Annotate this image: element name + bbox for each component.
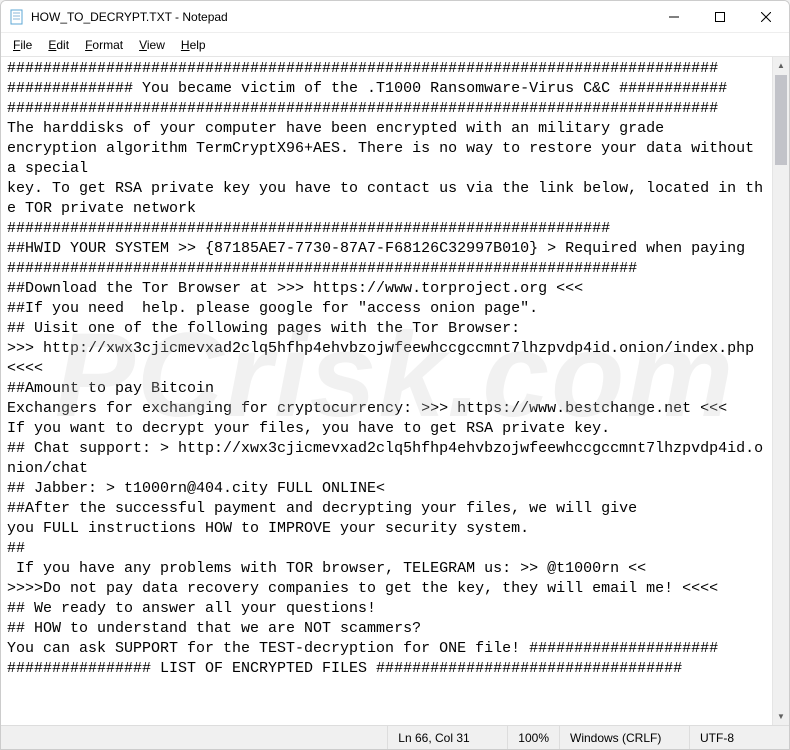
menu-view[interactable]: View <box>131 36 173 54</box>
notepad-icon <box>9 9 25 25</box>
scroll-up-arrow-icon[interactable]: ▲ <box>773 57 789 74</box>
notepad-window: HOW_TO_DECRYPT.TXT - Notepad File Edit F… <box>0 0 790 750</box>
window-title: HOW_TO_DECRYPT.TXT - Notepad <box>31 10 228 24</box>
status-cursor: Ln 66, Col 31 <box>387 726 507 749</box>
minimize-button[interactable] <box>651 1 697 33</box>
text-line: ########################################… <box>7 60 718 77</box>
menubar: File Edit Format View Help <box>1 33 789 57</box>
scroll-down-arrow-icon[interactable]: ▼ <box>773 708 789 725</box>
text-line: encryption algorithm TermCryptX96+AES. T… <box>7 140 763 177</box>
menu-format[interactable]: Format <box>77 36 131 54</box>
status-spacer <box>1 726 387 749</box>
text-line: ## Jabber: > t1000rn@404.city FULL ONLIN… <box>7 480 385 497</box>
text-line: ## HOW to understand that we are NOT sca… <box>7 620 421 637</box>
text-line: ########################################… <box>7 260 637 277</box>
menu-edit[interactable]: Edit <box>40 36 77 54</box>
text-line: ## We ready to answer all your questions… <box>7 600 376 617</box>
vertical-scrollbar[interactable]: ▲ ▼ <box>772 57 789 725</box>
text-line: key. To get RSA private key you have to … <box>7 180 763 217</box>
text-line: ##If you need help. please google for "a… <box>7 300 538 317</box>
text-line: ## Chat support: > http://xwx3cjicmevxad… <box>7 440 763 477</box>
text-line: >>> http://xwx3cjicmevxad2clq5hfhp4ehvbz… <box>7 340 763 377</box>
statusbar: Ln 66, Col 31 100% Windows (CRLF) UTF-8 <box>1 725 789 749</box>
text-line: If you have any problems with TOR browse… <box>7 560 646 577</box>
text-line: ## <box>7 540 25 557</box>
text-line: ########################################… <box>7 100 718 117</box>
scrollbar-thumb[interactable] <box>775 75 787 165</box>
text-line: >>>>Do not pay data recovery companies t… <box>7 580 718 597</box>
text-line: You can ask SUPPORT for the TEST-decrypt… <box>7 640 718 657</box>
text-line: you FULL instructions HOW to IMPROVE you… <box>7 520 529 537</box>
menu-file[interactable]: File <box>5 36 40 54</box>
text-line: ## Uisit one of the following pages with… <box>7 320 520 337</box>
text-line: ########################################… <box>7 220 610 237</box>
text-line: Exchangers for exchanging for cryptocurr… <box>7 400 727 417</box>
text-line: ##After the successful payment and decry… <box>7 500 637 517</box>
text-line: ##HWID YOUR SYSTEM >> {87185AE7-7730-87A… <box>7 240 745 257</box>
status-zoom: 100% <box>507 726 559 749</box>
close-button[interactable] <box>743 1 789 33</box>
status-encoding: UTF-8 <box>689 726 789 749</box>
text-line: ############## You became victim of the … <box>7 80 727 97</box>
text-line: The harddisks of your computer have been… <box>7 120 664 137</box>
text-line: ################ LIST OF ENCRYPTED FILES… <box>7 660 682 677</box>
text-line: ##Amount to pay Bitcoin <box>7 380 214 397</box>
menu-help[interactable]: Help <box>173 36 214 54</box>
text-line: If you want to decrypt your files, you h… <box>7 420 610 437</box>
titlebar[interactable]: HOW_TO_DECRYPT.TXT - Notepad <box>1 1 789 33</box>
editor-area: ########################################… <box>1 57 789 725</box>
status-lineending: Windows (CRLF) <box>559 726 689 749</box>
text-editor[interactable]: ########################################… <box>1 57 772 725</box>
text-line: ##Download the Tor Browser at >>> https:… <box>7 280 583 297</box>
maximize-button[interactable] <box>697 1 743 33</box>
